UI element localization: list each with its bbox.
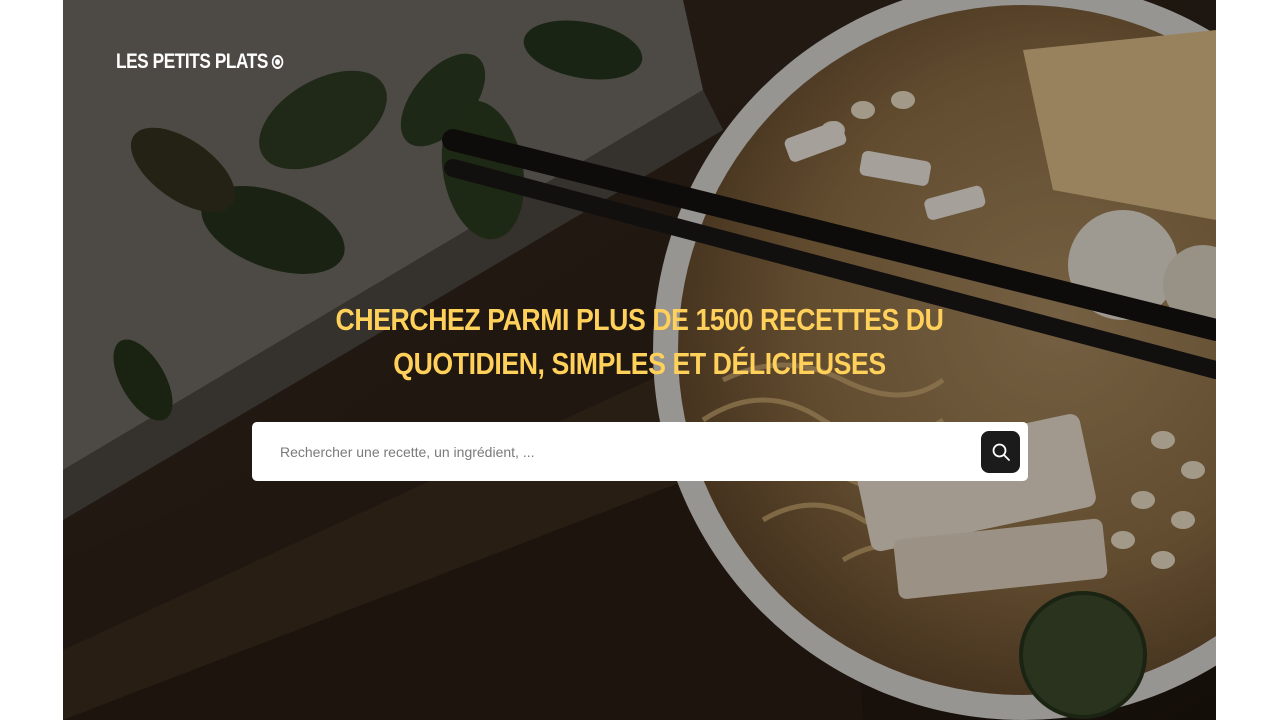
page: LES PETITS PLATS CHERCHEZ PARMI PLUS DE …: [0, 0, 1280, 720]
search-button[interactable]: [981, 431, 1020, 473]
logo-ring-icon: [272, 55, 284, 69]
search-input[interactable]: [280, 422, 970, 481]
brand-logo[interactable]: LES PETITS PLATS: [116, 50, 284, 74]
hero-headline-line2: QUOTIDIEN, SIMPLES ET DÉLICIEUSES: [393, 346, 886, 381]
search-bar: [252, 422, 1028, 481]
brand-name: LES PETITS PLATS: [116, 50, 268, 73]
hero-banner: LES PETITS PLATS CHERCHEZ PARMI PLUS DE …: [63, 0, 1216, 720]
hero-headline: CHERCHEZ PARMI PLUS DE 1500 RECETTES DU …: [307, 298, 972, 386]
search-icon: [992, 443, 1010, 461]
hero-headline-line1: CHERCHEZ PARMI PLUS DE 1500 RECETTES DU: [335, 302, 944, 337]
